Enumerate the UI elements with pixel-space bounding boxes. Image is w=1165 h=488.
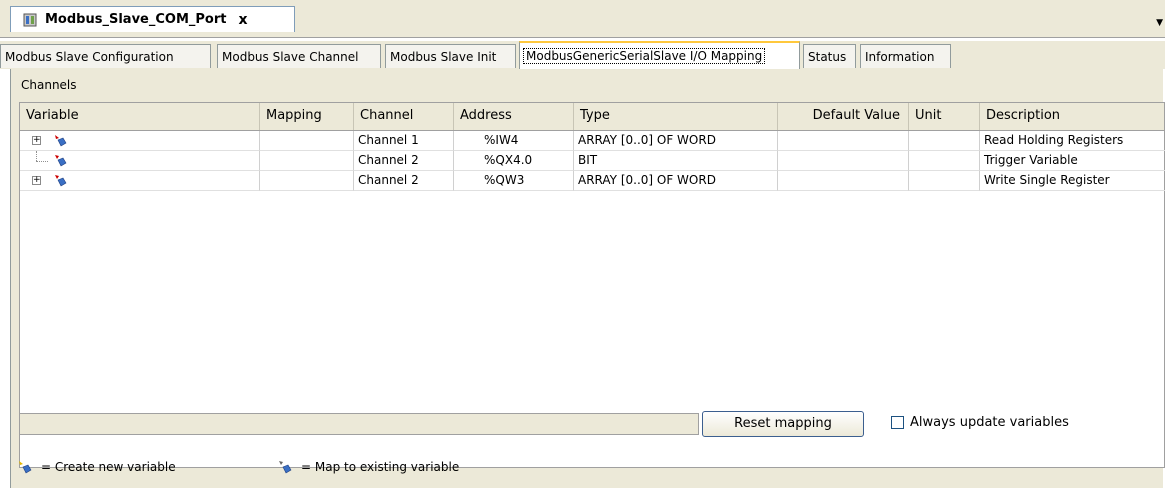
document-tab-bar: Modbus_Slave_COM_Port x ▼ bbox=[0, 0, 1165, 38]
status-field bbox=[19, 413, 699, 435]
tab-modbus-slave-configuration[interactable]: Modbus Slave Configuration bbox=[0, 44, 211, 68]
create-new-variable-icon bbox=[19, 461, 32, 474]
config-tab-bar: Modbus Slave Configuration Modbus Slave … bbox=[0, 41, 1165, 69]
close-icon[interactable]: x bbox=[238, 12, 247, 28]
unit-cell bbox=[909, 151, 980, 171]
address-cell: %QX4.0 bbox=[454, 151, 574, 171]
mapping-cell[interactable] bbox=[260, 171, 354, 191]
type-cell: ARRAY [0..0] OF WORD bbox=[574, 131, 778, 151]
channel-cell: Channel 2 bbox=[354, 171, 454, 191]
mapping-cell[interactable] bbox=[260, 151, 354, 171]
unit-cell bbox=[909, 171, 980, 191]
always-update-checkbox[interactable] bbox=[891, 416, 904, 429]
tree-line bbox=[36, 151, 37, 161]
mapping-cell[interactable] bbox=[260, 131, 354, 151]
device-icon bbox=[23, 13, 37, 27]
tab-label: Modbus Slave Channel bbox=[222, 49, 359, 64]
document-tab-title: Modbus_Slave_COM_Port bbox=[45, 12, 227, 27]
tab-information[interactable]: Information bbox=[860, 44, 951, 68]
legend-map-existing-text: = Map to existing variable bbox=[301, 460, 460, 474]
always-update-label: Always update variables bbox=[910, 415, 1069, 430]
expand-icon[interactable]: + bbox=[32, 176, 41, 185]
channel-cell: Channel 1 bbox=[354, 131, 454, 151]
description-cell: Read Holding Registers bbox=[980, 131, 1165, 151]
default-value-cell[interactable] bbox=[778, 151, 909, 171]
tree-branch bbox=[36, 161, 48, 162]
column-header-default-value[interactable]: Default Value bbox=[778, 103, 909, 130]
always-update-option[interactable]: Always update variables bbox=[891, 415, 1069, 430]
tab-label: ModbusGenericSerialSlave I/O Mapping bbox=[522, 48, 766, 64]
tab-status[interactable]: Status bbox=[803, 44, 856, 68]
map-existing-variable-icon bbox=[52, 153, 68, 169]
create-new-variable-icon bbox=[52, 133, 68, 149]
column-header-description[interactable]: Description bbox=[980, 103, 1165, 130]
table-row[interactable]: + Channel 2 %QW3 ARRAY [0..0] OF WORD Wr… bbox=[20, 171, 1165, 191]
tab-label: Modbus Slave Configuration bbox=[5, 49, 174, 64]
map-existing-variable-icon bbox=[279, 461, 292, 474]
table-row[interactable]: Channel 2 %QX4.0 BIT Trigger Variable bbox=[20, 151, 1165, 171]
column-header-variable[interactable]: Variable bbox=[20, 103, 260, 130]
variable-cell[interactable]: + bbox=[20, 131, 260, 151]
legend-create-new-text: = Create new variable bbox=[41, 460, 176, 474]
address-cell: %IW4 bbox=[454, 131, 574, 151]
map-existing-variable-icon bbox=[52, 173, 68, 189]
type-cell: BIT bbox=[574, 151, 778, 171]
reset-mapping-button[interactable]: Reset mapping bbox=[702, 411, 864, 437]
tab-list-dropdown-icon[interactable]: ▼ bbox=[1156, 18, 1163, 28]
expand-icon[interactable]: + bbox=[32, 136, 41, 145]
table-header: Variable Mapping Channel Address Type De… bbox=[20, 103, 1164, 131]
column-header-address[interactable]: Address bbox=[454, 103, 574, 130]
column-header-type[interactable]: Type bbox=[574, 103, 778, 130]
legend-map-existing: = Map to existing variable bbox=[277, 459, 459, 475]
tab-io-mapping[interactable]: ModbusGenericSerialSlave I/O Mapping bbox=[519, 41, 800, 69]
tab-label: Status bbox=[808, 49, 847, 64]
document-tab[interactable]: Modbus_Slave_COM_Port x bbox=[10, 6, 295, 32]
legend-create-new: = Create new variable bbox=[17, 459, 176, 475]
unit-cell bbox=[909, 131, 980, 151]
tab-modbus-slave-channel[interactable]: Modbus Slave Channel bbox=[217, 44, 381, 68]
description-cell: Trigger Variable bbox=[980, 151, 1165, 171]
column-header-mapping[interactable]: Mapping bbox=[260, 103, 354, 130]
column-header-unit[interactable]: Unit bbox=[909, 103, 980, 130]
column-header-channel[interactable]: Channel bbox=[354, 103, 454, 130]
channels-label: Channels bbox=[21, 78, 77, 92]
tab-label: Modbus Slave Init bbox=[390, 49, 497, 64]
default-value-cell[interactable] bbox=[778, 131, 909, 151]
channel-cell: Channel 2 bbox=[354, 151, 454, 171]
tab-label: Information bbox=[865, 49, 935, 64]
type-cell: ARRAY [0..0] OF WORD bbox=[574, 171, 778, 191]
table-row[interactable]: + Channel 1 %IW4 ARRAY [0..0] OF WORD Re… bbox=[20, 131, 1165, 151]
description-cell: Write Single Register bbox=[980, 171, 1165, 191]
variable-cell[interactable]: + bbox=[20, 171, 260, 191]
default-value-cell[interactable] bbox=[778, 171, 909, 191]
io-mapping-panel: Channels Variable Mapping Channel Addres… bbox=[10, 69, 1165, 488]
variable-cell[interactable] bbox=[20, 151, 260, 171]
tab-modbus-slave-init[interactable]: Modbus Slave Init bbox=[385, 44, 516, 68]
address-cell: %QW3 bbox=[454, 171, 574, 191]
